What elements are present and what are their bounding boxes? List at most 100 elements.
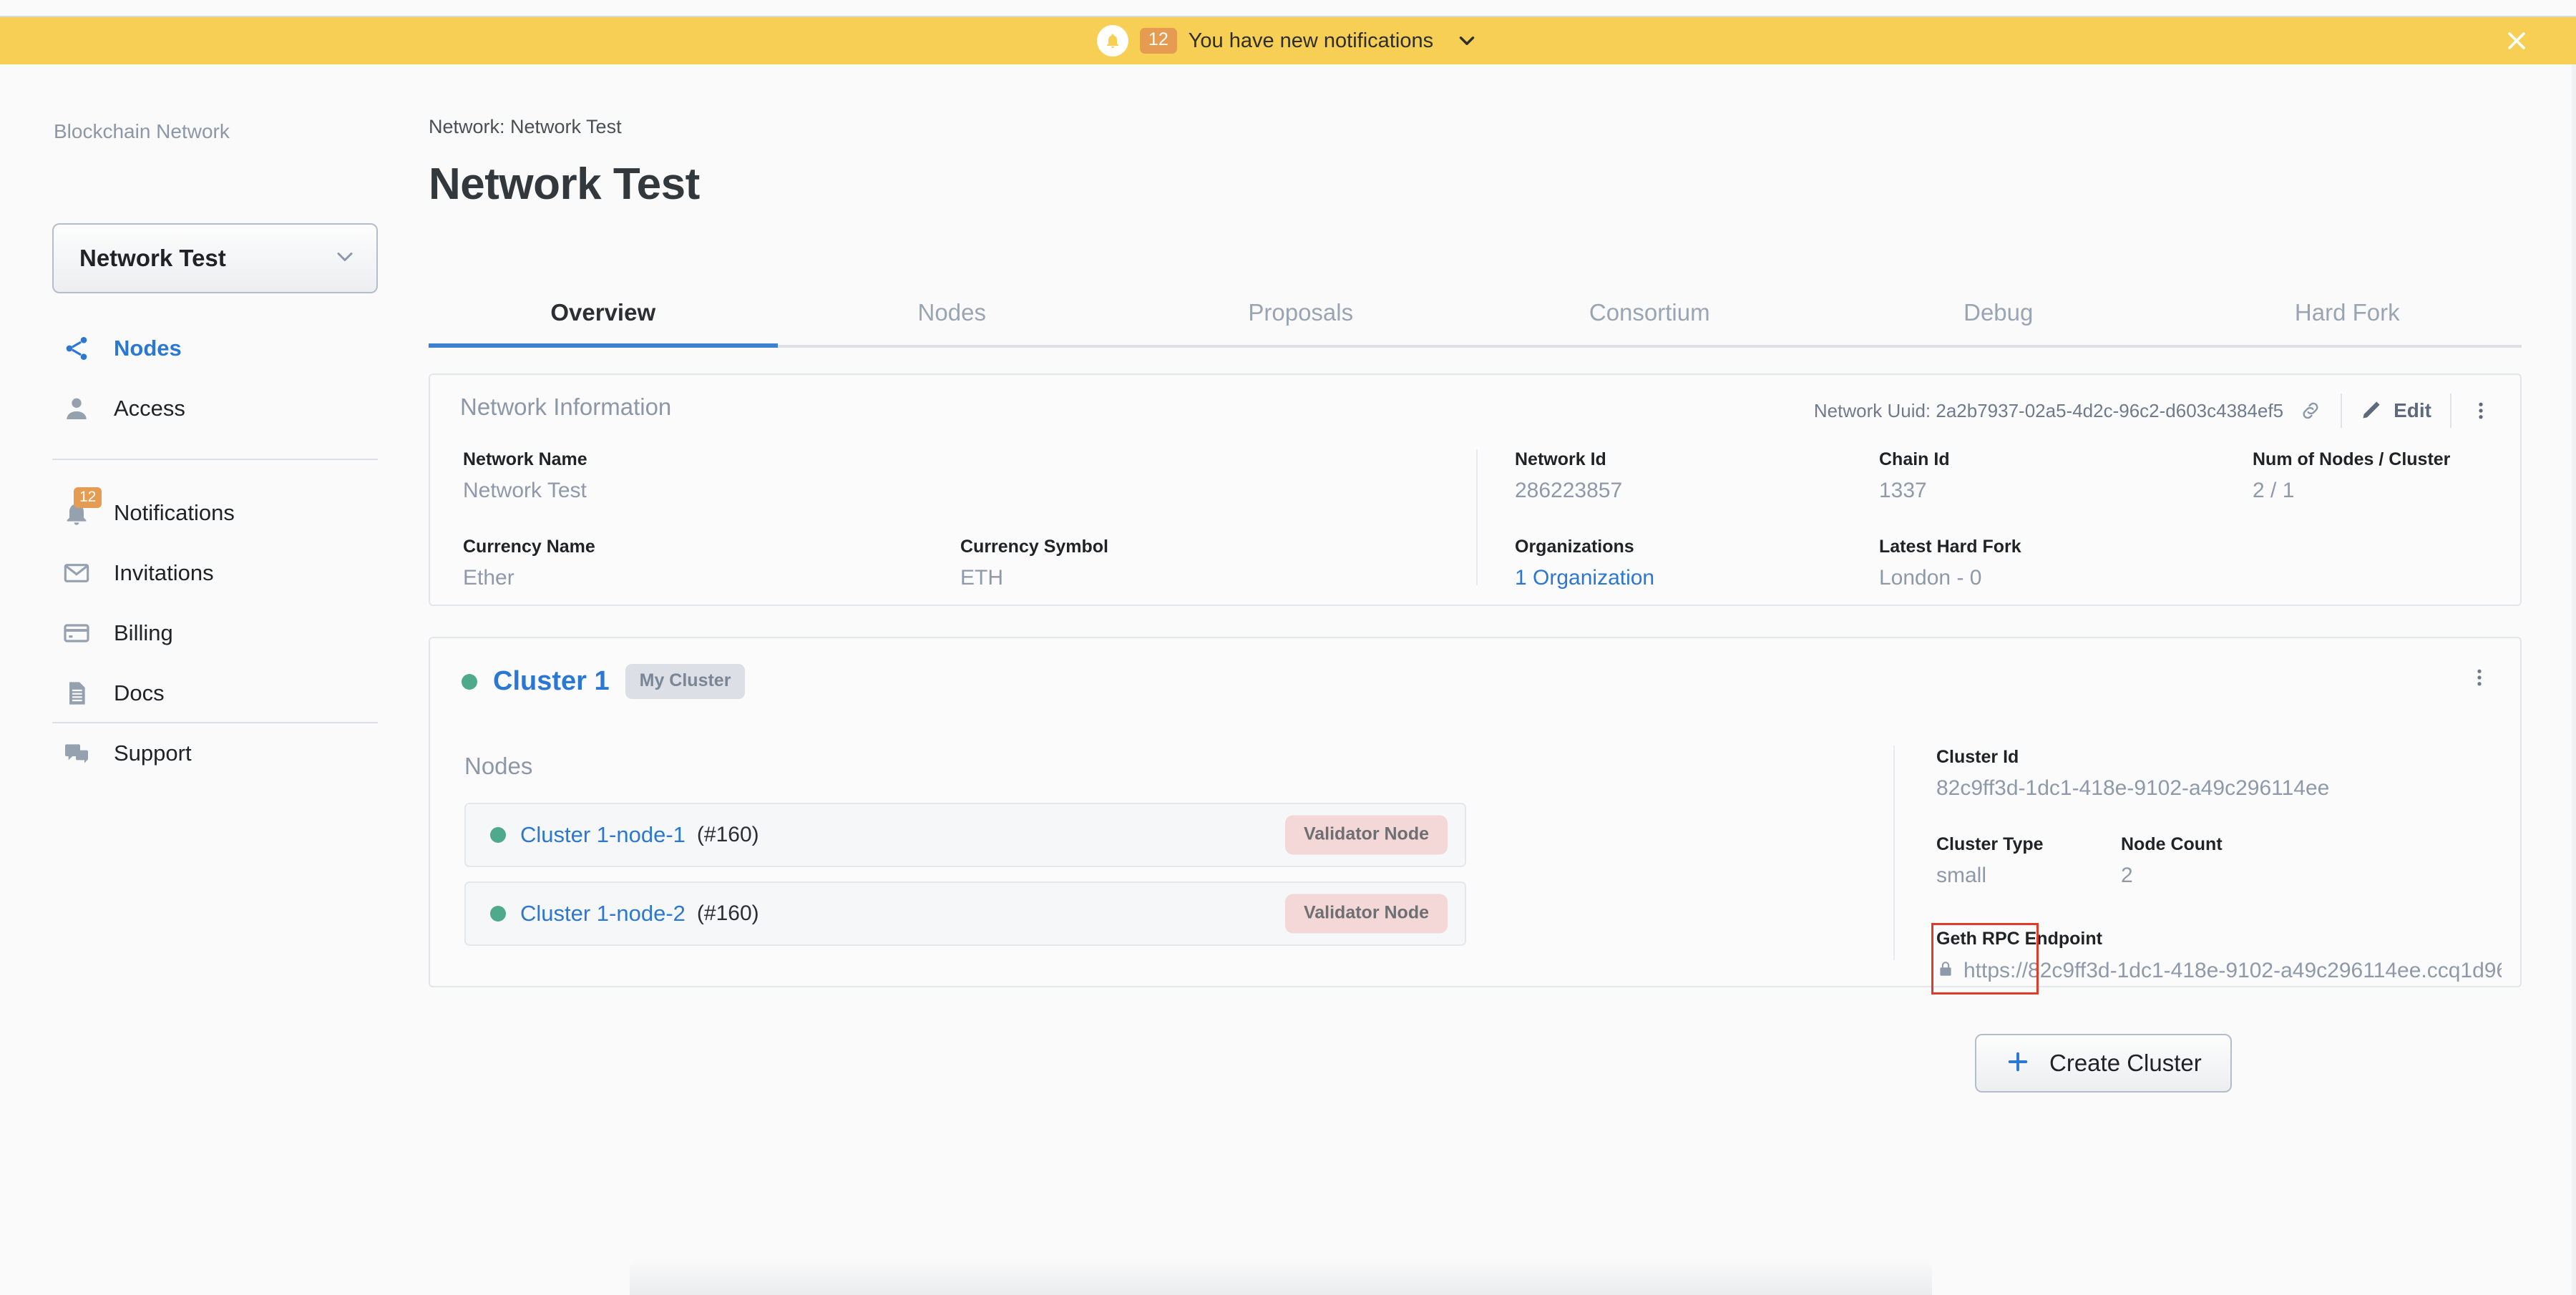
tab-overview[interactable]: Overview	[429, 299, 778, 348]
field-network-id: Network Id 286223857	[1515, 449, 1622, 503]
field-label: Cluster Id	[1936, 747, 2019, 767]
chat-bubbles-icon	[61, 738, 92, 769]
sidebar-item-notifications[interactable]: 12 Notifications	[52, 483, 381, 543]
sidebar-item-docs[interactable]: Docs	[52, 663, 381, 723]
field-value: 2 / 1	[2253, 479, 2295, 502]
field-network-name: Network Name Network Test	[463, 449, 587, 503]
person-icon	[61, 393, 92, 424]
field-node-count: Node Count 2	[2121, 834, 2223, 888]
field-label: Organizations	[1515, 537, 1634, 557]
geth-rpc-endpoint-block: Geth RPC Endpoint https://82c9ff3d-1dc1-…	[1936, 929, 2502, 983]
cluster-header: Cluster 1 My Cluster	[462, 664, 746, 699]
sidebar-item-label: Notifications	[114, 500, 235, 525]
tab-bar: Overview Nodes Proposals Consortium Debu…	[429, 272, 2522, 348]
app-root: 12 You have new notifications Blockchain…	[0, 0, 2576, 1295]
field-value: London - 0	[1879, 566, 1982, 590]
notification-message: You have new notifications	[1188, 29, 1434, 52]
sidebar-item-label: Access	[114, 396, 185, 421]
field-label: Currency Symbol	[960, 537, 1109, 557]
sidebar-divider	[52, 459, 378, 460]
field-label: Cluster Type	[1936, 834, 2044, 854]
column-divider	[1476, 449, 1478, 585]
field-value: 82c9ff3d-1dc1-418e-9102-a49c296114ee	[1936, 776, 2330, 800]
edit-network-button[interactable]: Edit	[2361, 398, 2431, 424]
sidebar-item-billing[interactable]: Billing	[52, 603, 381, 663]
node-number: (#160)	[696, 901, 759, 925]
status-badge: Validator Node	[1284, 815, 1448, 855]
tab-proposals[interactable]: Proposals	[1126, 299, 1475, 345]
cluster-name-link[interactable]: Cluster 1	[493, 666, 610, 697]
cluster-status-dot	[462, 673, 477, 690]
tab-debug[interactable]: Debug	[1824, 299, 2173, 345]
tab-nodes[interactable]: Nodes	[778, 299, 1127, 345]
field-latest-hard-fork: Latest Hard Fork London - 0	[1879, 537, 2021, 590]
chevron-down-icon	[332, 244, 358, 273]
create-cluster-label: Create Cluster	[2049, 1050, 2202, 1076]
sidebar-item-support[interactable]: Support	[52, 723, 381, 783]
bell-icon	[1096, 25, 1128, 57]
field-value: 2	[2121, 864, 2133, 887]
share-nodes-icon	[61, 333, 92, 364]
node-name-link[interactable]: Cluster 1-node-1	[520, 822, 686, 848]
field-label: Network Name	[463, 449, 587, 469]
kebab-menu-icon[interactable]	[2469, 665, 2490, 690]
node-list: Cluster 1-node-1 (#160) Validator Node C…	[464, 803, 1466, 960]
node-number: (#160)	[696, 823, 759, 846]
field-value: Network Test	[463, 479, 587, 502]
status-badge: Validator Node	[1284, 894, 1448, 934]
field-currency-name: Currency Name Ether	[463, 537, 595, 590]
field-cluster-id: Cluster Id 82c9ff3d-1dc1-418e-9102-a49c2…	[1936, 747, 2509, 801]
page-right-edge	[2572, 64, 2576, 1295]
geth-rpc-url[interactable]: https://82c9ff3d-1dc1-418e-9102-a49c2961…	[1963, 959, 2502, 983]
sidebar-item-label: Billing	[114, 620, 173, 645]
tab-consortium[interactable]: Consortium	[1475, 299, 1825, 345]
page-title: Network Test	[429, 160, 700, 209]
sidebar-item-label: Docs	[114, 680, 165, 705]
sidebar-item-label: Invitations	[114, 560, 214, 585]
organizations-link[interactable]: 1 Organization	[1515, 566, 1654, 590]
document-icon	[61, 678, 92, 709]
edit-label: Edit	[2394, 399, 2431, 421]
banner-close-button[interactable]	[2502, 26, 2532, 56]
sidebar-item-nodes[interactable]: Nodes	[52, 318, 381, 378]
table-row[interactable]: Cluster 1-node-2 (#160) Validator Node	[464, 881, 1466, 946]
field-chain-id: Chain Id 1337	[1879, 449, 1950, 503]
node-status-dot	[490, 906, 506, 922]
network-card-header: Network Information Network Uuid: 2a2b79…	[430, 375, 2520, 439]
tab-hard-fork[interactable]: Hard Fork	[2173, 299, 2522, 345]
field-currency-symbol: Currency Symbol ETH	[960, 537, 1108, 590]
geth-rpc-label: Geth RPC Endpoint	[1936, 929, 2102, 949]
field-label: Node Count	[2121, 834, 2223, 854]
credit-card-icon	[61, 617, 92, 649]
field-label: Currency Name	[463, 537, 595, 557]
network-selector[interactable]: Network Test	[52, 223, 378, 293]
sidebar-title: Blockchain Network	[54, 120, 230, 142]
field-cluster-type: Cluster Type small	[1936, 834, 2044, 888]
sidebar-item-invitations[interactable]: Invitations	[52, 543, 381, 603]
field-label: Network Id	[1515, 449, 1606, 469]
divider	[2450, 394, 2451, 428]
table-row[interactable]: Cluster 1-node-1 (#160) Validator Node	[464, 803, 1466, 867]
sidebar-item-label: Support	[114, 741, 192, 766]
nodes-section-label: Nodes	[464, 753, 533, 779]
notification-banner-content[interactable]: 12 You have new notifications	[1096, 25, 1479, 57]
bell-icon: 12	[61, 487, 102, 529]
sidebar-item-access[interactable]: Access	[52, 378, 381, 439]
field-label: Chain Id	[1879, 449, 1950, 469]
field-num-nodes-cluster: Num of Nodes / Cluster 2 / 1	[2253, 449, 2450, 503]
network-information-card: Network Information Network Uuid: 2a2b79…	[429, 373, 2522, 606]
field-value: 286223857	[1515, 479, 1623, 502]
chevron-down-icon[interactable]	[1455, 29, 1479, 53]
field-value: ETH	[960, 566, 1003, 590]
column-divider	[1893, 746, 1895, 960]
link-icon[interactable]	[2299, 399, 2322, 422]
network-uuid-group: Network Uuid: 2a2b7937-02a5-4d2c-96c2-d6…	[1814, 394, 2492, 428]
kebab-menu-icon[interactable]	[2470, 399, 2492, 423]
field-value: 1337	[1879, 479, 1927, 502]
sidebar-divider-bottom	[52, 722, 378, 723]
node-name-link[interactable]: Cluster 1-node-2	[520, 901, 686, 927]
create-cluster-button[interactable]: Create Cluster	[1975, 1034, 2232, 1093]
plus-icon	[2005, 1049, 2031, 1078]
sidebar: Blockchain Network Network Test Nodes Ac…	[0, 64, 422, 1295]
cluster-card: Cluster 1 My Cluster Nodes Cluster 1-nod…	[429, 637, 2522, 995]
